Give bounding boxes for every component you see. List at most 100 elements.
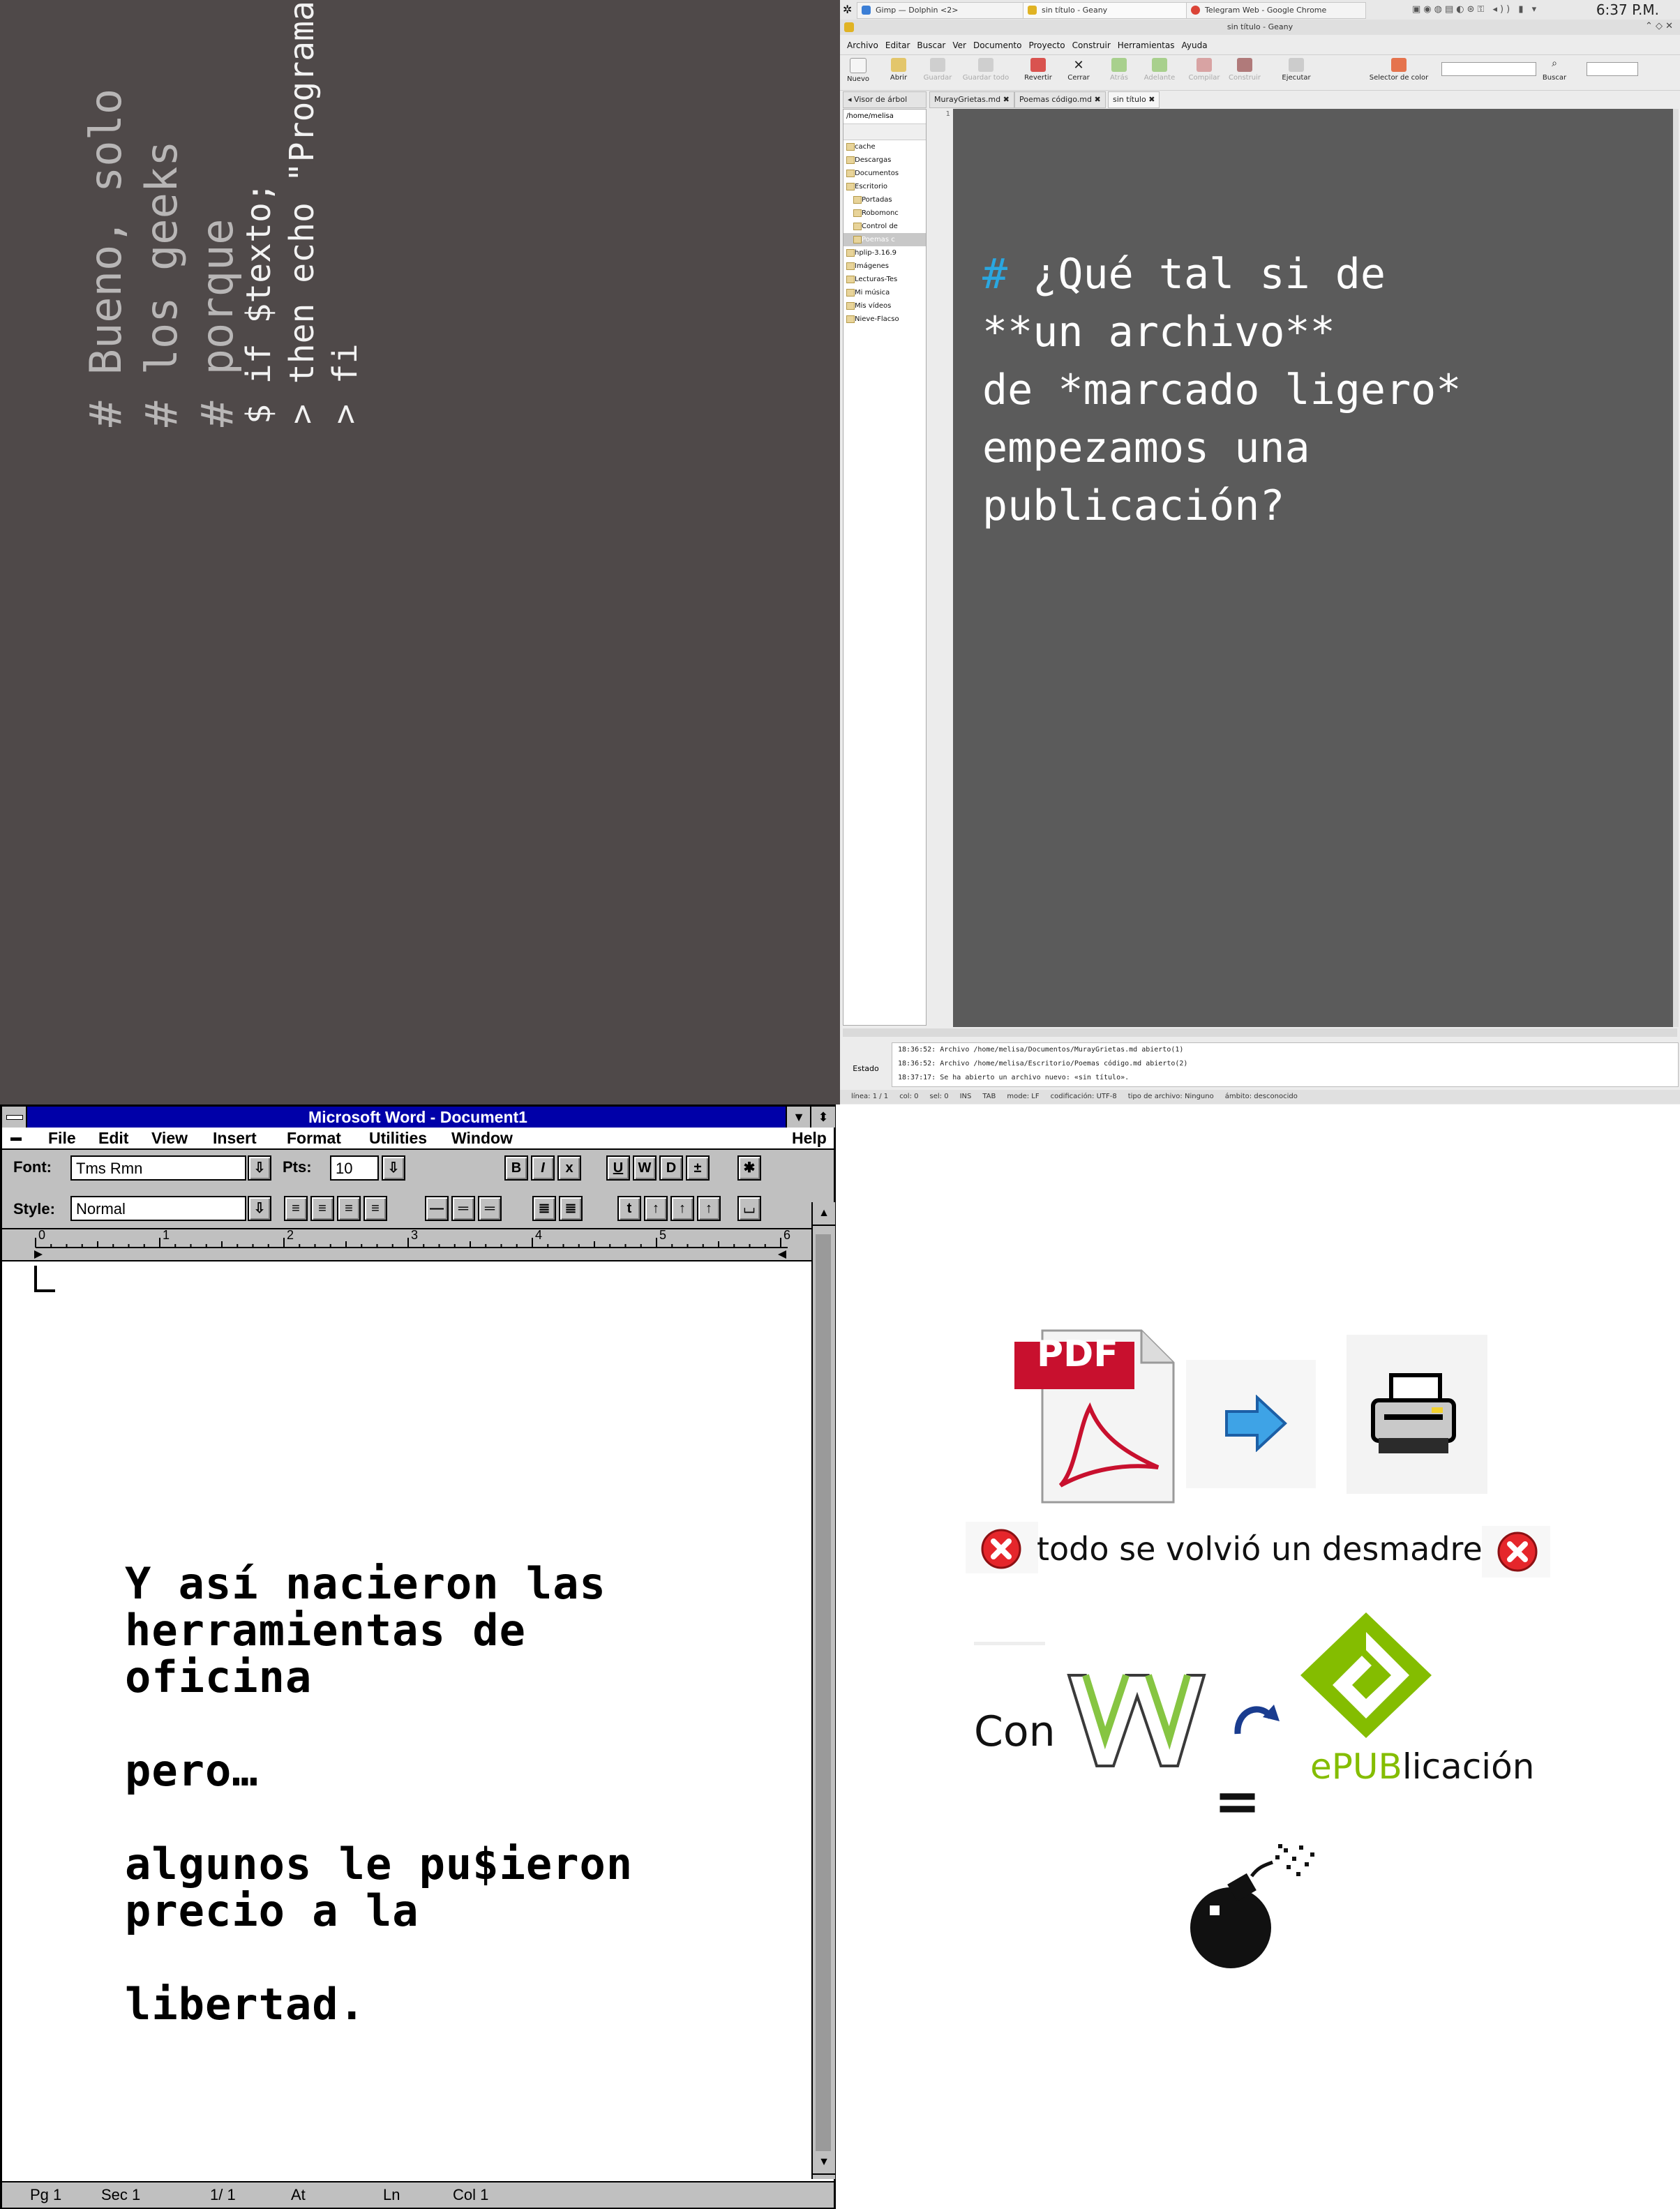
tree-item[interactable]: Robomonc [843,207,926,220]
menu-edit[interactable]: Edit [98,1128,128,1148]
tab-tree-viewer[interactable]: ◂ Visor de árbol [843,91,927,108]
system-tray-icons[interactable]: ▣◉◍▤◐⊛⚿ ◂)) ▮ ▾ [1412,4,1539,15]
forward-button[interactable]: Adelante [1141,58,1178,82]
scroll-up-icon[interactable]: ▲ [813,1202,835,1226]
editor-area[interactable]: # ¿Qué tal si de **un archivo** de *marc… [953,109,1673,1027]
menu-archivo[interactable]: Archivo [847,40,878,50]
build-button[interactable]: Construir [1227,58,1263,82]
tree-item[interactable]: Portadas [843,193,926,207]
double-space-button[interactable]: ═ [478,1196,502,1221]
tab-right-button[interactable]: ↑ [670,1196,694,1221]
style-select[interactable]: Normal [70,1196,246,1221]
menu-format[interactable]: Format [287,1128,341,1148]
kde-menu-icon[interactable]: ✲ [843,3,852,16]
scroll-down-icon[interactable]: ▼ [813,2151,835,2175]
tree-item[interactable]: Mis vídeos [843,299,926,313]
tree-item[interactable]: Nieve-Flacso [843,313,926,326]
tree-item[interactable]: Descargas [843,153,926,167]
font-select[interactable]: Tms Rmn [70,1155,246,1181]
outdent-button[interactable]: ≣ [559,1196,583,1221]
minimize-icon[interactable]: ▼ [786,1107,811,1128]
italic-button[interactable]: I [531,1155,555,1181]
align-left-button[interactable]: ≡ [284,1196,308,1221]
editor-scrollbar[interactable] [1673,109,1679,1027]
vertical-scrollbar[interactable]: ▲ ▼ [811,1202,835,2179]
open-button[interactable]: Abrir [880,58,917,82]
pts-dropdown-icon[interactable]: ⇩ [382,1155,405,1181]
style-dropdown-icon[interactable]: ⇩ [248,1196,271,1221]
tab-murraygrietas[interactable]: MurayGrietas.md ✖ [929,91,1014,108]
path-field[interactable]: /home/melisa [843,110,926,124]
editor-text[interactable]: # ¿Qué tal si de **un archivo** de *marc… [982,246,1461,535]
ruler-toggle-button[interactable]: ⌴ [737,1196,761,1221]
tab-poemas-codigo[interactable]: Poemas código.md ✖ [1014,91,1106,108]
save-all-button[interactable]: Guardar todo [961,58,1010,82]
goto-input[interactable] [1441,62,1536,76]
menu-ayuda[interactable]: Ayuda [1182,40,1208,50]
new-button[interactable]: Nuevo [840,58,876,83]
window-controls-icon[interactable]: ⌃ ◇ ✕ [1645,21,1673,31]
font-dropdown-icon[interactable]: ⇩ [248,1155,271,1181]
task-chrome[interactable]: Telegram Web - Google Chrome [1186,2,1366,19]
menu-herramientas[interactable]: Herramientas [1118,40,1175,50]
tab-center-button[interactable]: ↑ [644,1196,668,1221]
horizontal-scrollbar[interactable] [843,1028,1677,1037]
tree-item[interactable]: Lecturas-Tes [843,273,926,286]
justify-button[interactable]: ≡ [363,1196,387,1221]
tree-item[interactable]: Imágenes [843,260,926,273]
word-underline-button[interactable]: W [633,1155,657,1181]
menu-utilities[interactable]: Utilities [369,1128,427,1148]
status-tab[interactable]: Estado [843,1061,889,1077]
menu-insert[interactable]: Insert [213,1128,257,1148]
menu-proyecto[interactable]: Proyecto [1028,40,1065,50]
close-tab-icon[interactable]: ✖ [1003,95,1010,104]
one-half-space-button[interactable]: ═ [451,1196,475,1221]
tree-item[interactable]: cache [843,140,926,153]
revert-button[interactable]: Revertir [1020,58,1056,82]
system-menu-icon[interactable] [2,1107,27,1128]
single-space-button[interactable]: — [425,1196,449,1221]
document-page[interactable]: Y así nacieron las herramientas de oficina… [2,1261,811,2174]
clock[interactable]: 6:37 P.M. [1596,1,1659,18]
maximize-icon[interactable]: ⬍ [810,1107,835,1128]
tree-item[interactable]: Poemas c [843,233,926,246]
pts-select[interactable]: 10 [330,1155,379,1181]
indent-button[interactable]: ≣ [532,1196,556,1221]
menu-buscar[interactable]: Buscar [917,40,945,50]
tree-item[interactable]: Mi música [843,286,926,299]
menu-construir[interactable]: Construir [1072,40,1111,50]
menu-window[interactable]: Window [451,1128,513,1148]
execute-button[interactable]: Ejecutar [1278,58,1314,82]
tab-sin-titulo[interactable]: sin título ✖ [1108,91,1160,108]
tree-item[interactable]: hplip-3.16.9 [843,246,926,260]
tab-decimal-button[interactable]: ↑ [697,1196,721,1221]
show-all-button[interactable]: ✱ [737,1155,761,1181]
back-button[interactable]: Atrás [1101,58,1137,82]
color-chooser-button[interactable]: Selector de color [1360,58,1437,82]
ruler[interactable]: 0 1 2 3 4 5 6 [2,1228,811,1261]
menu-editar[interactable]: Editar [885,40,910,50]
document-body-text[interactable]: Y así nacieron las herramientas de oficina… [125,1560,633,2028]
tree-item[interactable]: Escritorio [843,180,926,193]
task-dolphin[interactable]: Gimp — Dolphin <2> [857,2,1038,19]
search-input[interactable] [1587,62,1638,76]
close-button[interactable]: ✕ Cerrar [1060,58,1097,82]
menu-view[interactable]: View [151,1128,188,1148]
menu-file[interactable]: File [48,1128,76,1148]
align-center-button[interactable]: ≡ [310,1196,334,1221]
compile-button[interactable]: Compilar [1186,58,1222,82]
menu-ver[interactable]: Ver [952,40,966,50]
bold-button[interactable]: B [504,1155,528,1181]
strike-button[interactable]: x [557,1155,581,1181]
search-button[interactable]: ⌕ Buscar [1536,58,1573,82]
menu-documento[interactable]: Documento [973,40,1022,50]
tree-item[interactable]: Documentos [843,167,926,180]
tree-item[interactable]: Control de [843,220,926,233]
close-tab-icon[interactable]: ✖ [1094,95,1100,104]
menu-help[interactable]: Help [792,1128,827,1148]
scroll-track[interactable] [816,1234,831,2162]
save-button[interactable]: Guardar [920,58,956,82]
small-caps-button[interactable]: ± [686,1155,710,1181]
double-underline-button[interactable]: D [659,1155,683,1181]
close-tab-icon[interactable]: ✖ [1148,95,1155,104]
